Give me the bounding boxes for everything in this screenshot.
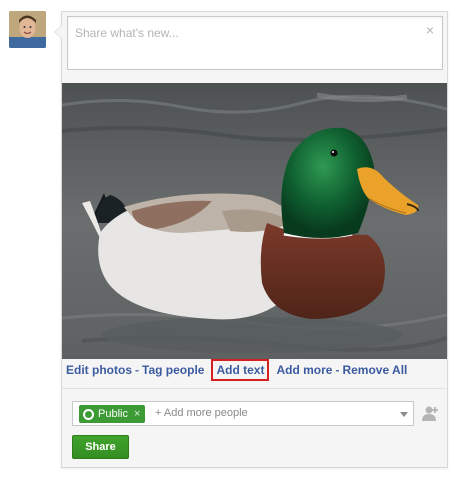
remove-all-link[interactable]: Remove All: [342, 363, 407, 377]
attached-photo: [62, 83, 447, 359]
edit-photos-link[interactable]: Edit photos: [66, 363, 132, 377]
add-person-icon[interactable]: [421, 404, 439, 422]
audience-selector[interactable]: Public × + Add more people: [72, 401, 414, 426]
add-more-link[interactable]: Add more: [276, 363, 332, 377]
post-composer[interactable]: Share what's new... ×: [67, 16, 443, 70]
add-people-input[interactable]: + Add more people: [155, 407, 248, 419]
divider: [62, 388, 447, 389]
public-chip[interactable]: Public ×: [79, 405, 146, 423]
globe-icon: [83, 408, 94, 420]
remove-chip-icon[interactable]: ×: [134, 408, 140, 420]
photo-actions-bar: Edit photos - Tag people Add text Add more - R…: [66, 359, 407, 381]
add-text-link[interactable]: Add text: [216, 363, 264, 377]
separator: -: [335, 363, 340, 377]
share-input-placeholder[interactable]: Share what's new...: [75, 26, 179, 40]
add-text-highlight: Add text: [211, 359, 270, 381]
separator: -: [135, 363, 139, 377]
public-chip-label: Public: [98, 408, 128, 420]
close-icon[interactable]: ×: [426, 23, 434, 37]
chevron-down-icon[interactable]: [400, 412, 408, 417]
share-button[interactable]: Share: [72, 435, 129, 459]
user-avatar[interactable]: [9, 11, 46, 48]
tag-people-link[interactable]: Tag people: [142, 363, 204, 377]
card-pointer: [54, 25, 62, 39]
share-box: Share what's new... × Edit photos - Tag …: [54, 11, 448, 468]
